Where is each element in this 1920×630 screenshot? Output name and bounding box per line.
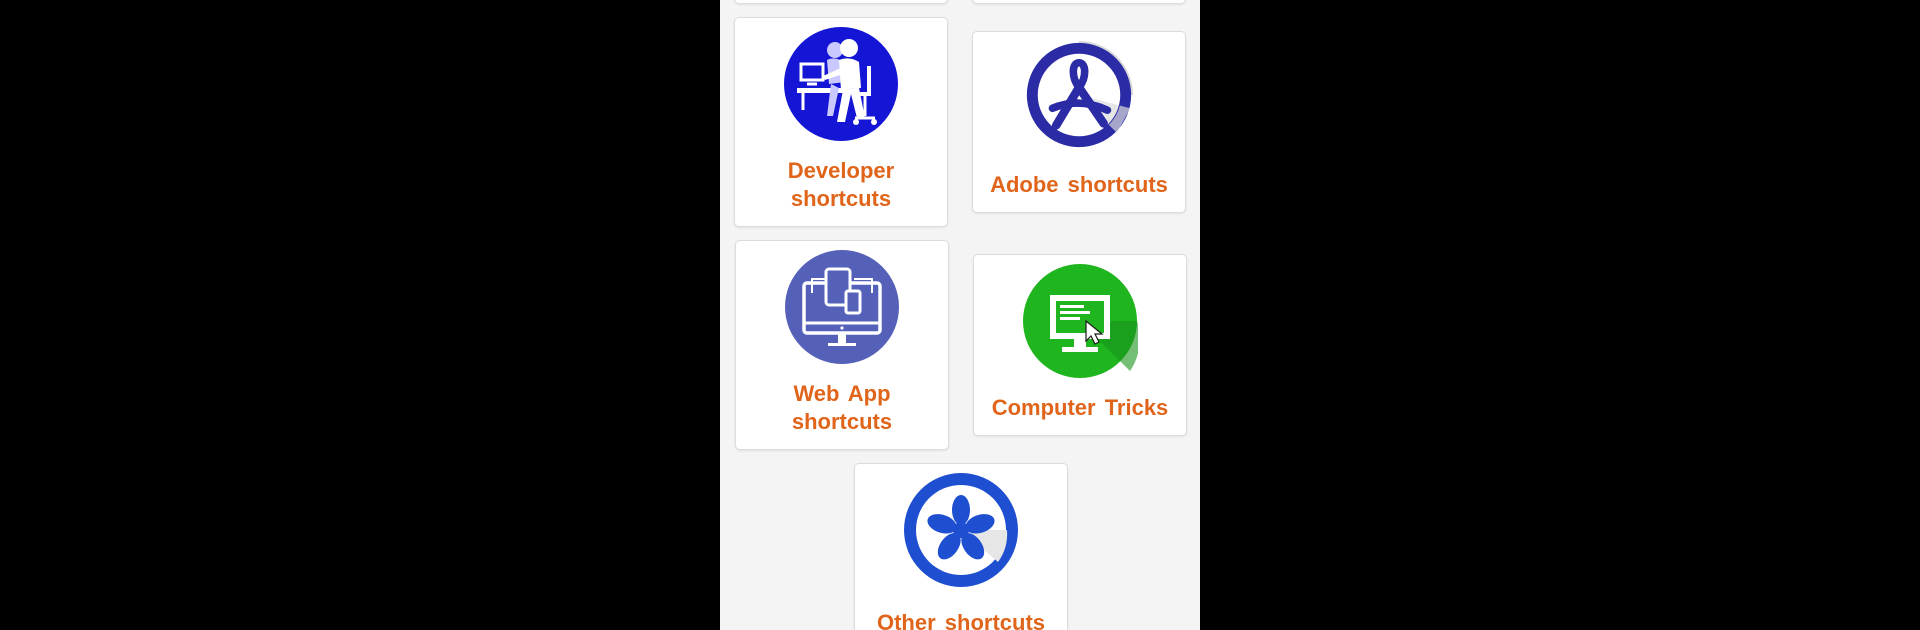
menu-card-developer[interactable]: Developer shortcuts bbox=[734, 17, 948, 227]
menu-card-label: Computer Tricks bbox=[991, 395, 1169, 420]
menu-card-partial-left[interactable] bbox=[734, 0, 948, 4]
menu-card-label: Adobe shortcuts bbox=[990, 172, 1168, 197]
app-screen: Developer shortcuts Adobe shortcuts Web … bbox=[720, 0, 1200, 630]
responsive-devices-icon bbox=[784, 249, 900, 365]
menu-card-computer[interactable]: Computer Tricks bbox=[973, 254, 1187, 436]
menu-card-label: Developer shortcuts bbox=[787, 158, 895, 211]
menu-card-label: Web App shortcuts bbox=[791, 381, 893, 434]
menu-card-other[interactable]: Other shortcuts bbox=[854, 463, 1068, 630]
menu-card-adobe[interactable]: Adobe shortcuts bbox=[972, 31, 1186, 213]
asterisk-flower-icon bbox=[903, 472, 1019, 588]
menu-card-webapp[interactable]: Web App shortcuts bbox=[735, 240, 949, 450]
developer-workstation-icon bbox=[783, 26, 899, 142]
computer-monitor-icon bbox=[1022, 263, 1138, 379]
menu-card-label: Other shortcuts bbox=[876, 610, 1046, 630]
menu-card-partial-right[interactable] bbox=[972, 0, 1186, 4]
adobe-acrobat-icon bbox=[1024, 40, 1134, 150]
